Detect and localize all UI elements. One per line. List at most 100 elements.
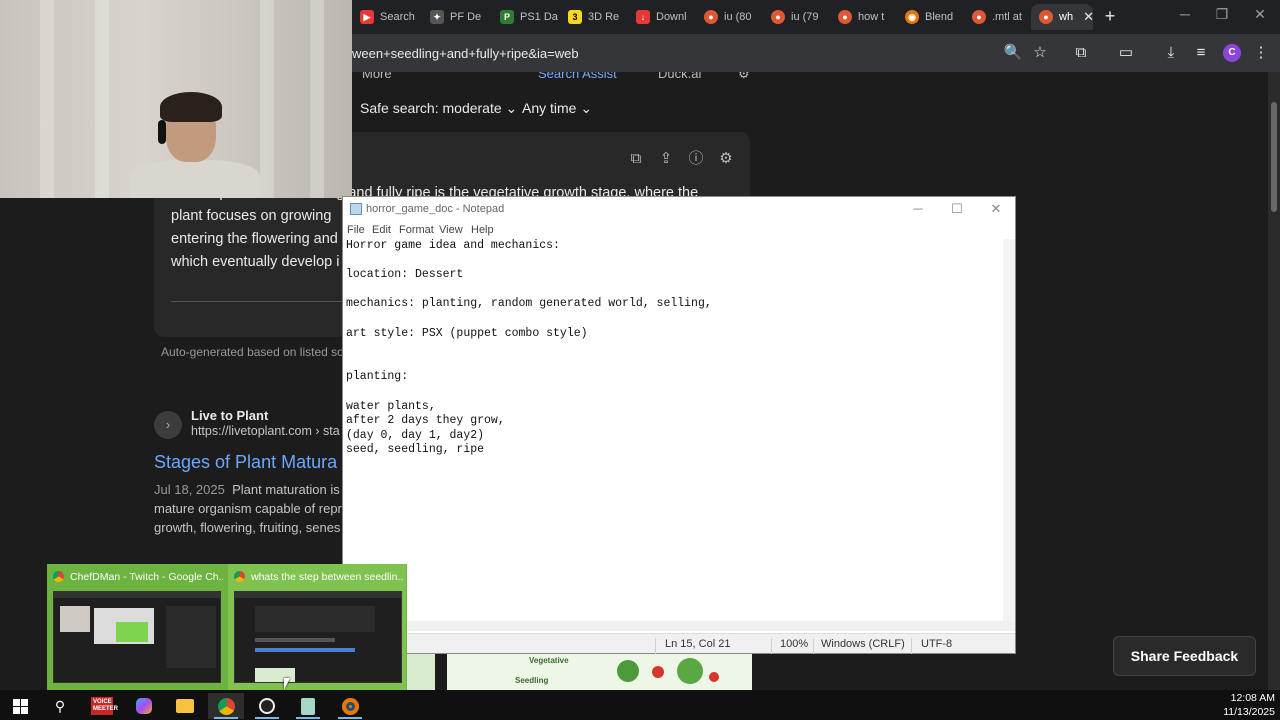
nav-duck-ai[interactable]: Duck.ai bbox=[658, 72, 701, 81]
chrome-icon bbox=[234, 571, 245, 582]
result-title-link[interactable]: Stages of Plant Matura bbox=[154, 452, 337, 473]
bookmark-star-icon[interactable]: ☆ bbox=[1030, 43, 1050, 63]
copilot-icon[interactable] bbox=[126, 693, 162, 719]
zoom-icon[interactable]: 🔍 bbox=[1003, 43, 1023, 63]
share-icon[interactable]: ⇪ bbox=[656, 149, 676, 169]
extensions-icon[interactable]: ⧉ bbox=[1071, 43, 1091, 63]
media-controls-icon[interactable]: ≡ bbox=[1191, 43, 1211, 63]
file-explorer-icon[interactable] bbox=[167, 693, 203, 719]
thumbnail-title: ChefDMan - Twitch - Google Ch... bbox=[53, 571, 223, 583]
nav-more-link[interactable]: More bbox=[362, 72, 392, 81]
time-filter-label: Any time bbox=[522, 100, 577, 116]
tab-3d-re[interactable]: 3 3D Re bbox=[560, 4, 628, 30]
menu-help[interactable]: Help bbox=[471, 224, 494, 236]
notepad-title: horror_game_doc - Notepad bbox=[366, 203, 505, 215]
tab-iu-79[interactable]: ● iu (79 bbox=[763, 4, 829, 30]
thumbnail-title: whats the step between seedlin... bbox=[234, 571, 404, 583]
chevron-down-icon: ⌄ bbox=[505, 100, 518, 116]
thumbnail-title-text: whats the step between seedlin... bbox=[251, 571, 404, 583]
settings-gear-icon[interactable]: ⚙ bbox=[738, 72, 750, 82]
address-bar[interactable]: ween+seedling+and+fully+ripe&ia=web bbox=[352, 42, 992, 66]
download-site-icon: ↓ bbox=[636, 10, 650, 24]
mini-assist-card bbox=[255, 606, 375, 632]
profile-avatar[interactable]: C bbox=[1223, 44, 1241, 62]
tomato-shape bbox=[709, 672, 719, 682]
new-tab-button[interactable]: + bbox=[1100, 6, 1120, 26]
menu-view[interactable]: View bbox=[439, 224, 463, 236]
settings-icon[interactable]: ⚙ bbox=[716, 149, 736, 169]
headset-icon bbox=[158, 120, 166, 144]
system-clock[interactable]: 12:08 AM 11/13/2025 bbox=[1196, 690, 1278, 720]
tab-label: PF De bbox=[450, 11, 482, 23]
share-feedback-button[interactable]: Share Feedback bbox=[1113, 636, 1256, 676]
page-scrollbar-thumb[interactable] bbox=[1271, 102, 1277, 212]
mini-tabbar bbox=[54, 592, 220, 598]
menu-file[interactable]: File bbox=[347, 224, 365, 236]
mini-green-block bbox=[116, 622, 148, 642]
result-date: Jul 18, 2025 bbox=[154, 482, 225, 497]
chrome-icon bbox=[53, 571, 64, 582]
obs-icon[interactable] bbox=[249, 693, 285, 719]
mini-tabbar bbox=[235, 592, 401, 598]
webcam-overlay bbox=[0, 0, 352, 198]
info-icon[interactable]: ⓘ bbox=[686, 149, 706, 169]
tab-downl[interactable]: ↓ Downl bbox=[628, 4, 696, 30]
mini-chat bbox=[166, 606, 216, 668]
tab-active-wh[interactable]: ● wh ✕ bbox=[1031, 4, 1093, 30]
maximize-icon[interactable]: ☐ bbox=[947, 201, 967, 217]
close-window-icon[interactable]: ✕ bbox=[1245, 6, 1275, 23]
vertical-scrollbar[interactable] bbox=[1003, 239, 1015, 621]
curtain-fold bbox=[310, 0, 324, 198]
tab-search-icon[interactable]: ▭ bbox=[1116, 43, 1136, 63]
blender-taskbar-icon[interactable] bbox=[332, 693, 368, 719]
source-favicon-icon: › bbox=[154, 411, 182, 439]
plant-leaf-shape bbox=[677, 658, 703, 684]
tab-pf-de[interactable]: ✦ PF De bbox=[422, 4, 492, 30]
tab-iu-80[interactable]: ● iu (80 bbox=[696, 4, 762, 30]
horizontal-scrollbar[interactable] bbox=[343, 621, 1015, 631]
copy-icon[interactable]: ⧉ bbox=[626, 149, 646, 169]
downloads-icon[interactable]: ⤓ bbox=[1161, 43, 1181, 63]
mini-link bbox=[255, 648, 355, 652]
notepad-titlebar[interactable]: horror_game_doc - Notepad ─ ☐ ✕ bbox=[343, 197, 1015, 221]
restore-icon[interactable]: ❐ bbox=[1207, 6, 1237, 23]
voicemeeter-icon[interactable]: VOICE MEETER bbox=[84, 693, 120, 719]
menu-edit[interactable]: Edit bbox=[372, 224, 391, 236]
mini-text bbox=[255, 638, 335, 642]
duckduckgo-icon: ● bbox=[704, 10, 718, 24]
close-icon[interactable]: ✕ bbox=[986, 201, 1006, 217]
thumbnail-twitch-window[interactable]: ChefDMan - Twitch - Google Ch... bbox=[47, 564, 225, 690]
chrome-taskbar-icon[interactable] bbox=[208, 693, 244, 719]
tab-search[interactable]: ▶ Search bbox=[352, 4, 420, 30]
plant-stages-diagram-image[interactable]: Vegetative Seedling bbox=[447, 654, 752, 690]
source-name[interactable]: Live to Plant bbox=[191, 408, 268, 423]
tab-how-t[interactable]: ● how t bbox=[830, 4, 896, 30]
ps1-icon: P bbox=[500, 10, 514, 24]
more-menu-icon[interactable]: ⋮ bbox=[1251, 43, 1271, 63]
nav-search-assist[interactable]: Search Assist bbox=[538, 72, 617, 81]
tab-ps1-da[interactable]: P PS1 Da bbox=[492, 4, 560, 30]
thumbnail-search-window[interactable]: whats the step between seedlin... bbox=[228, 564, 406, 690]
person-hair bbox=[160, 92, 222, 122]
time-filter-dropdown[interactable]: Any time ⌄ bbox=[522, 100, 592, 117]
search-icon[interactable]: ⚲ bbox=[42, 693, 78, 719]
safe-search-dropdown[interactable]: Safe search: moderate ⌄ bbox=[360, 100, 517, 117]
notepad-text-area[interactable]: Horror game idea and mechanics: location… bbox=[346, 239, 1001, 621]
clock-date: 11/13/2025 bbox=[1223, 706, 1275, 718]
tab-label: .mtl at bbox=[992, 11, 1022, 23]
close-tab-icon[interactable]: ✕ bbox=[1083, 9, 1093, 25]
minimize-icon[interactable]: ─ bbox=[1170, 6, 1200, 22]
result-image[interactable] bbox=[405, 654, 435, 690]
notepad-taskbar-icon[interactable] bbox=[290, 693, 326, 719]
source-url[interactable]: https://livetoplant.com › sta bbox=[191, 424, 340, 438]
taskbar-thumbnail-preview: ChefDMan - Twitch - Google Ch... whats t… bbox=[47, 564, 407, 690]
plant-leaf-shape bbox=[617, 660, 639, 682]
menu-format[interactable]: Format bbox=[399, 224, 434, 236]
curtain-fold bbox=[260, 0, 274, 198]
tab-blend[interactable]: ◉ Blend bbox=[897, 4, 963, 30]
start-button[interactable] bbox=[2, 693, 38, 719]
duckduckgo-icon: ● bbox=[972, 10, 986, 24]
tab-mtl-at[interactable]: ● .mtl at bbox=[964, 4, 1030, 30]
windows-logo-icon bbox=[12, 698, 28, 714]
minimize-icon[interactable]: ─ bbox=[908, 201, 928, 216]
